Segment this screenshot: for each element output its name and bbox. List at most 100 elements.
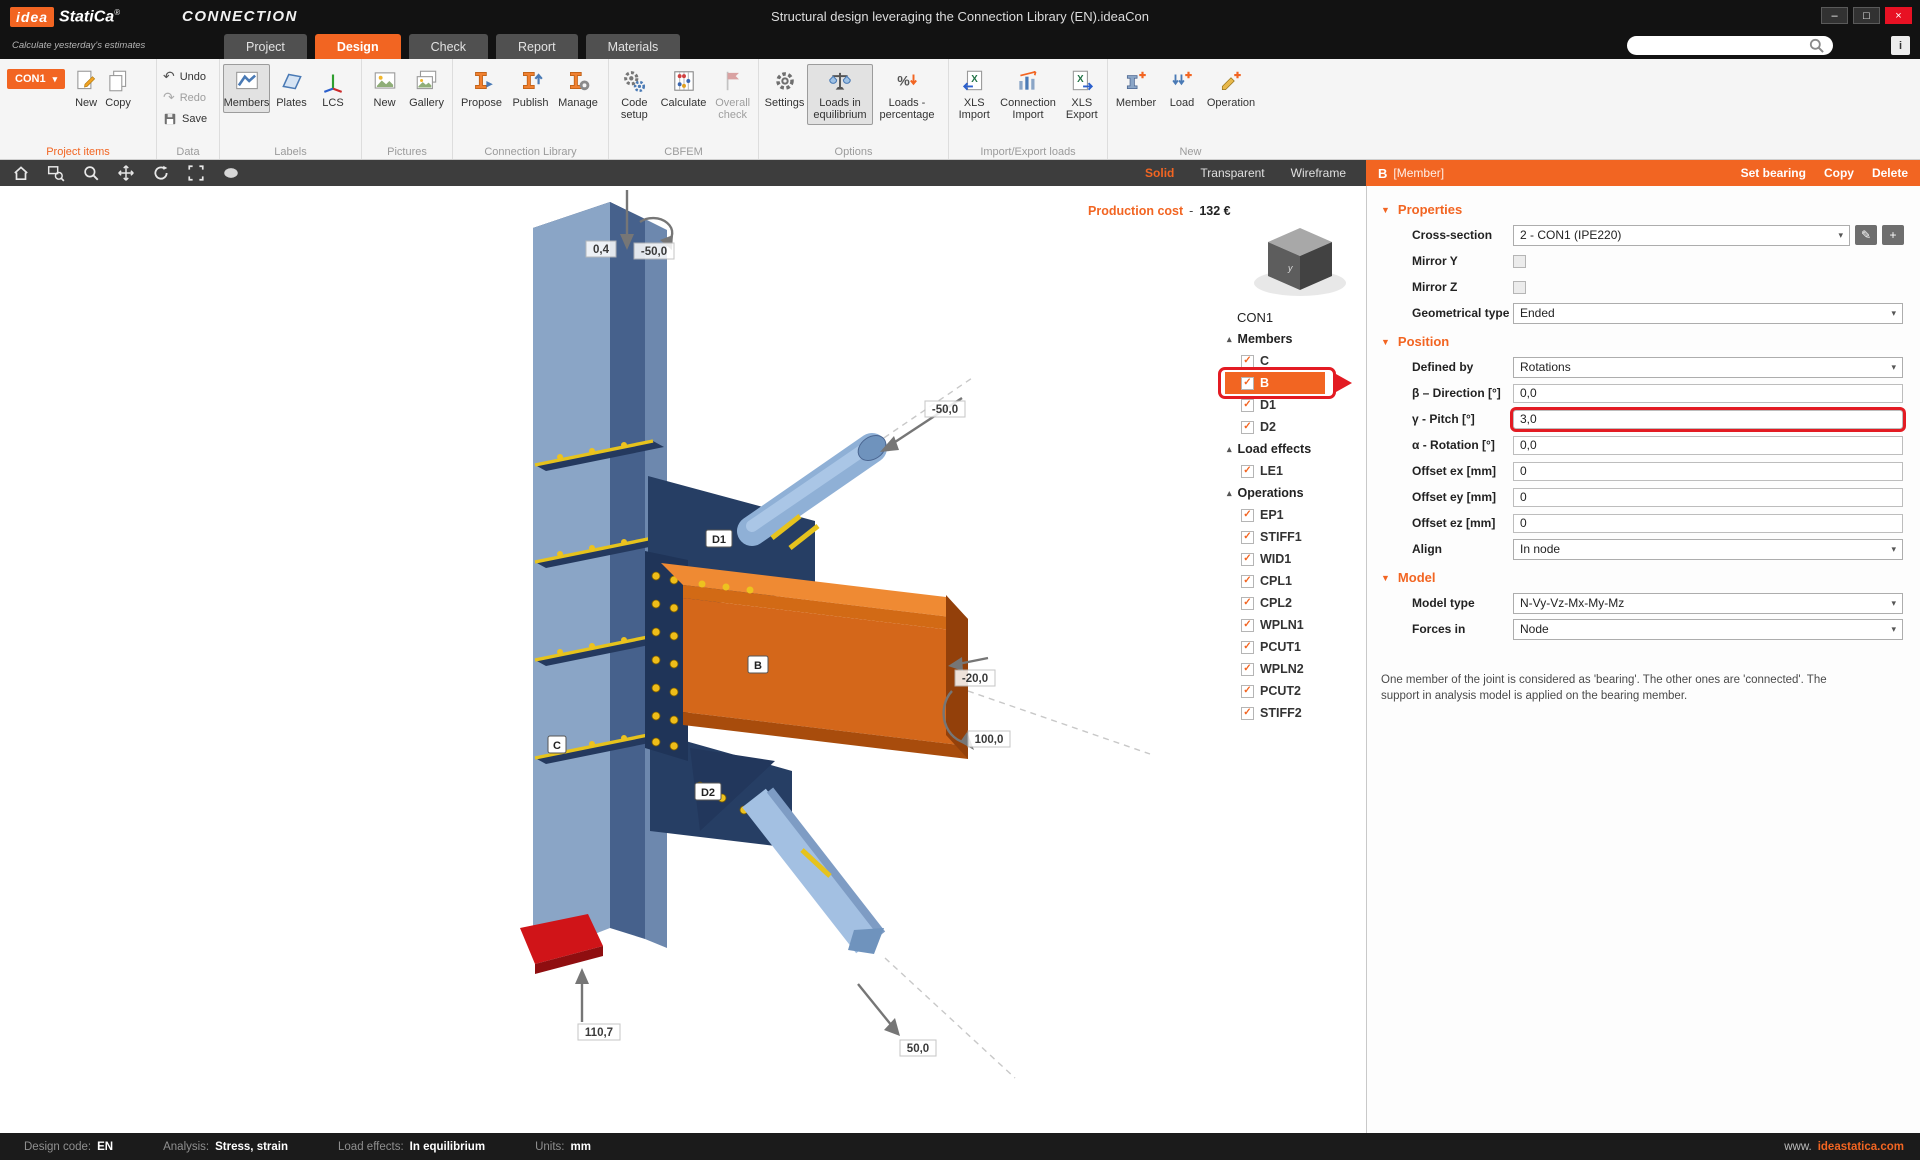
copy-member-button[interactable]: Copy bbox=[1824, 166, 1854, 180]
collapse-icon[interactable]: ▼ bbox=[1381, 205, 1390, 215]
manage-button[interactable]: Manage bbox=[554, 64, 602, 113]
mirror-z-checkbox[interactable] bbox=[1513, 281, 1526, 294]
checkbox-checked-icon[interactable]: ✓ bbox=[1241, 509, 1254, 522]
align-dropdown[interactable]: In node▾ bbox=[1513, 539, 1903, 560]
offset-ey-input[interactable] bbox=[1513, 488, 1903, 507]
labels-members-button[interactable]: Members bbox=[223, 64, 270, 113]
search-input[interactable] bbox=[1637, 40, 1808, 52]
model-type-dropdown[interactable]: N-Vy-Vz-Mx-My-Mz▾ bbox=[1513, 593, 1903, 614]
project-item-con1-dropdown[interactable]: CON1▾ bbox=[7, 69, 65, 89]
tree-item-d2[interactable]: ✓D2 bbox=[1225, 416, 1365, 438]
checkbox-checked-icon[interactable]: ✓ bbox=[1241, 707, 1254, 720]
tree-item-wid1[interactable]: ✓WID1 bbox=[1225, 548, 1365, 570]
offset-ex-input[interactable] bbox=[1513, 462, 1903, 481]
save-button[interactable]: Save bbox=[160, 110, 210, 127]
forces-in-dropdown[interactable]: Node▾ bbox=[1513, 619, 1903, 640]
pan-icon[interactable] bbox=[117, 164, 135, 182]
defined-by-dropdown[interactable]: Rotations▾ bbox=[1513, 357, 1903, 378]
loads-percentage-button[interactable]: % Loads - percentage bbox=[873, 64, 941, 125]
mirror-y-checkbox[interactable] bbox=[1513, 255, 1526, 268]
tab-materials[interactable]: Materials bbox=[586, 34, 681, 59]
mode-wireframe[interactable]: Wireframe bbox=[1291, 166, 1346, 180]
checkbox-checked-icon[interactable]: ✓ bbox=[1241, 399, 1254, 412]
xls-export-button[interactable]: X XLS Export bbox=[1060, 64, 1104, 125]
redo-button[interactable]: ↷ Redo bbox=[160, 89, 210, 106]
new-load-button[interactable]: Load bbox=[1161, 64, 1203, 113]
undo-button[interactable]: ↶ Undo bbox=[160, 68, 210, 85]
zoom-icon[interactable] bbox=[82, 164, 100, 182]
tree-item-wpln2[interactable]: ✓WPLN2 bbox=[1225, 658, 1365, 680]
viewport-3d[interactable]: 0,4 -50,0 -50,0 -20,0 100,0 110,7 50,0 B… bbox=[0, 186, 1366, 1133]
minimize-button[interactable]: – bbox=[1821, 7, 1848, 24]
tree-item-d1[interactable]: ✓D1 bbox=[1225, 394, 1365, 416]
checkbox-checked-icon[interactable]: ✓ bbox=[1241, 421, 1254, 434]
edit-cross-section-button[interactable]: ✎ bbox=[1855, 225, 1877, 245]
section-properties[interactable]: ▼Properties bbox=[1367, 194, 1920, 222]
tab-check[interactable]: Check bbox=[409, 34, 488, 59]
alpha-rotation-input[interactable] bbox=[1513, 436, 1903, 455]
checkbox-checked-icon[interactable]: ✓ bbox=[1241, 465, 1254, 478]
delete-member-button[interactable]: Delete bbox=[1872, 166, 1908, 180]
paint-view-icon[interactable] bbox=[222, 164, 240, 182]
checkbox-checked-icon[interactable]: ✓ bbox=[1241, 685, 1254, 698]
tree-item-stiff1[interactable]: ✓STIFF1 bbox=[1225, 526, 1365, 548]
tree-item-c[interactable]: ✓C bbox=[1225, 350, 1365, 372]
website-link[interactable]: www.ideastatica.com bbox=[1784, 1141, 1904, 1153]
xls-import-button[interactable]: X XLS Import bbox=[952, 64, 996, 125]
collapse-icon[interactable]: ▴ bbox=[1227, 444, 1232, 455]
collapse-icon[interactable]: ▴ bbox=[1227, 488, 1232, 499]
base-plate[interactable] bbox=[520, 914, 603, 974]
set-bearing-button[interactable]: Set bearing bbox=[1741, 166, 1806, 180]
beta-direction-input[interactable] bbox=[1513, 384, 1903, 403]
checkbox-checked-icon[interactable]: ✓ bbox=[1241, 553, 1254, 566]
settings-button[interactable]: Settings bbox=[762, 64, 807, 113]
search-box[interactable] bbox=[1627, 36, 1833, 55]
tree-item-cpl2[interactable]: ✓CPL2 bbox=[1225, 592, 1365, 614]
code-setup-button[interactable]: Code setup bbox=[612, 64, 657, 125]
calculate-button[interactable]: Calculate bbox=[657, 64, 711, 113]
tree-section-operations[interactable]: ▴Operations bbox=[1225, 482, 1365, 504]
publish-button[interactable]: Publish bbox=[507, 64, 554, 113]
tab-report[interactable]: Report bbox=[496, 34, 578, 59]
tree-item-b[interactable]: ✓B bbox=[1225, 372, 1325, 394]
tree-section-load-effects[interactable]: ▴Load effects bbox=[1225, 438, 1365, 460]
tree-root-con1[interactable]: CON1 bbox=[1225, 306, 1365, 328]
collapse-icon[interactable]: ▼ bbox=[1381, 573, 1390, 583]
section-model[interactable]: ▼Model bbox=[1367, 562, 1920, 590]
overall-check-button[interactable]: Overall check bbox=[710, 64, 755, 125]
close-button[interactable]: × bbox=[1885, 7, 1912, 24]
info-button[interactable]: i bbox=[1891, 36, 1910, 55]
picture-new-button[interactable]: New bbox=[365, 64, 404, 113]
checkbox-checked-icon[interactable]: ✓ bbox=[1241, 531, 1254, 544]
checkbox-checked-icon[interactable]: ✓ bbox=[1241, 377, 1254, 390]
add-cross-section-button[interactable]: + bbox=[1882, 225, 1904, 245]
zoom-window-icon[interactable] bbox=[47, 164, 65, 182]
cross-section-dropdown[interactable]: 2 - CON1 (IPE220)▾ bbox=[1513, 225, 1850, 246]
member-diagonal-d2[interactable] bbox=[754, 790, 884, 954]
new-member-button[interactable]: Member bbox=[1111, 64, 1161, 113]
tree-item-pcut1[interactable]: ✓PCUT1 bbox=[1225, 636, 1365, 658]
copy-project-item-button[interactable]: Copy bbox=[102, 64, 134, 113]
gamma-pitch-input[interactable] bbox=[1513, 410, 1903, 429]
collapse-icon[interactable]: ▼ bbox=[1381, 337, 1390, 347]
tree-item-pcut2[interactable]: ✓PCUT2 bbox=[1225, 680, 1365, 702]
mode-solid[interactable]: Solid bbox=[1145, 166, 1174, 180]
section-position[interactable]: ▼Position bbox=[1367, 326, 1920, 354]
tab-design[interactable]: Design bbox=[315, 34, 401, 59]
tree-item-cpl1[interactable]: ✓CPL1 bbox=[1225, 570, 1365, 592]
fit-view-icon[interactable] bbox=[187, 164, 205, 182]
member-beam-b[interactable] bbox=[661, 563, 968, 759]
checkbox-checked-icon[interactable]: ✓ bbox=[1241, 619, 1254, 632]
orientation-cube[interactable]: y bbox=[1254, 228, 1346, 296]
new-project-item-button[interactable]: New bbox=[70, 64, 102, 113]
labels-lcs-button[interactable]: LCS bbox=[313, 64, 353, 113]
offset-ez-input[interactable] bbox=[1513, 514, 1903, 533]
rotate-view-icon[interactable] bbox=[152, 164, 170, 182]
checkbox-checked-icon[interactable]: ✓ bbox=[1241, 641, 1254, 654]
home-view-icon[interactable] bbox=[12, 164, 30, 182]
checkbox-checked-icon[interactable]: ✓ bbox=[1241, 355, 1254, 368]
tree-item-stiff2[interactable]: ✓STIFF2 bbox=[1225, 702, 1365, 724]
loads-in-equilibrium-button[interactable]: Loads in equilibrium bbox=[807, 64, 873, 125]
collapse-icon[interactable]: ▴ bbox=[1227, 334, 1232, 345]
checkbox-checked-icon[interactable]: ✓ bbox=[1241, 575, 1254, 588]
